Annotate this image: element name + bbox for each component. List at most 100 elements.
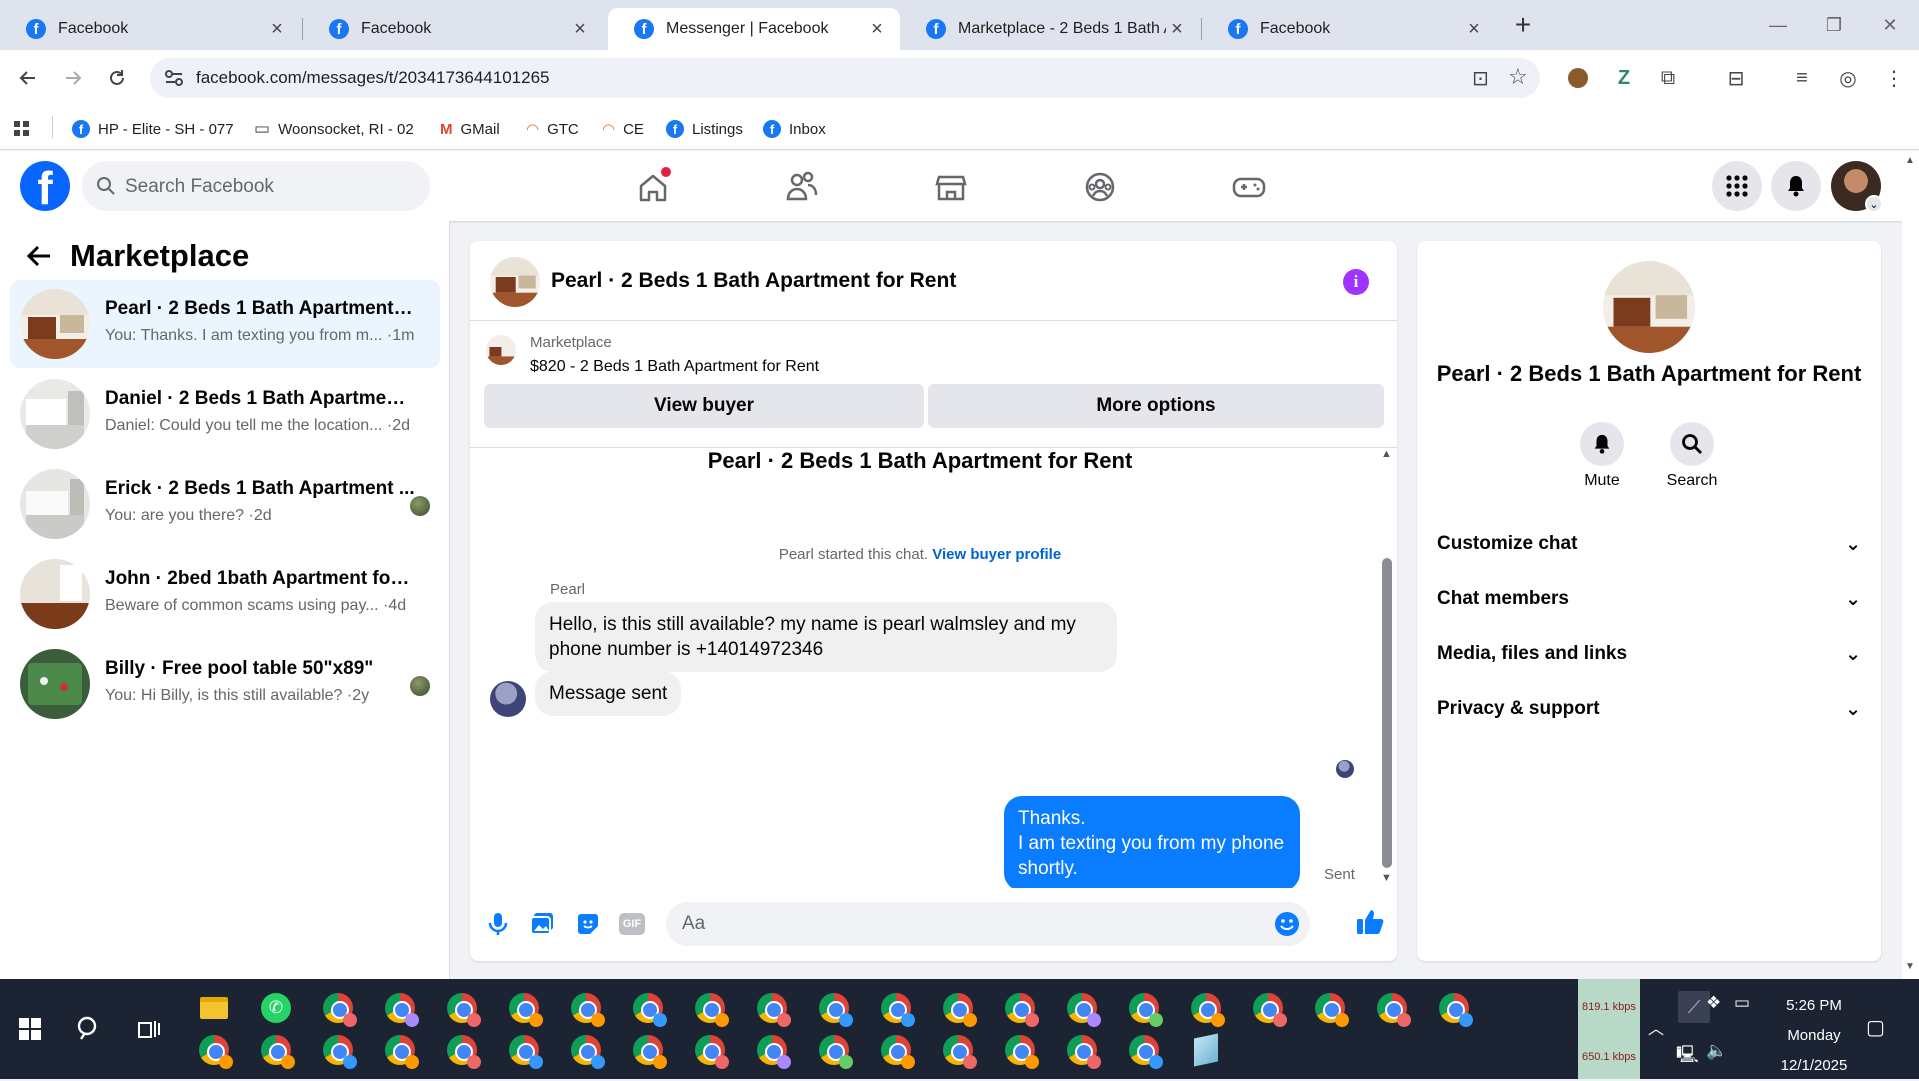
- view-buyer-profile-link[interactable]: View buyer profile: [932, 546, 1061, 563]
- close-window-button[interactable]: ✕: [1862, 8, 1918, 42]
- apps-grid-icon[interactable]: [12, 116, 32, 142]
- task-view-button[interactable]: [123, 1008, 175, 1050]
- notifications-center-icon[interactable]: ▢: [1866, 1015, 1885, 1040]
- close-tab-icon[interactable]: ×: [866, 18, 888, 40]
- dropbox-icon[interactable]: ❖: [1706, 993, 1721, 1013]
- bookmark-hp-elite[interactable]: f HP - Elite - SH - 077: [72, 116, 234, 142]
- outgoing-message[interactable]: Thanks. I am texting you from my phone s…: [1004, 796, 1300, 888]
- bookmark-inbox[interactable]: f Inbox: [763, 116, 826, 142]
- profile-icon[interactable]: ◎: [1834, 64, 1862, 92]
- chrome-window-icon[interactable]: [560, 1029, 612, 1071]
- browser-tab-1[interactable]: f Facebook ×: [0, 8, 300, 50]
- chrome-window-icon[interactable]: [622, 987, 674, 1029]
- whatsapp-icon[interactable]: ✆: [250, 987, 302, 1029]
- marketplace-nav-button[interactable]: [929, 165, 973, 209]
- chrome-window-icon[interactable]: [684, 1029, 736, 1071]
- incoming-message[interactable]: Hello, is this still available? my name …: [535, 602, 1117, 672]
- chrome-window-icon[interactable]: [746, 987, 798, 1029]
- page-scrollbar[interactable]: ▲ ▼: [1902, 151, 1919, 979]
- extensions-puzzle-icon[interactable]: ⧉: [1654, 64, 1682, 92]
- start-button[interactable]: [4, 1008, 56, 1050]
- chrome-window-icon[interactable]: [1366, 987, 1418, 1029]
- chrome-window-icon[interactable]: [312, 987, 364, 1029]
- minimize-window-button[interactable]: —: [1750, 8, 1806, 42]
- chrome-window-icon[interactable]: [932, 987, 984, 1029]
- account-avatar[interactable]: ⌄: [1831, 161, 1883, 213]
- close-tab-icon[interactable]: ×: [569, 18, 591, 40]
- chrome-window-icon[interactable]: [1180, 987, 1232, 1029]
- mute-button[interactable]: Mute: [1562, 422, 1642, 490]
- listing-title[interactable]: $820 - 2 Beds 1 Bath Apartment for Rent: [530, 358, 819, 376]
- chat-header-thumbnail[interactable]: [490, 257, 540, 307]
- incoming-message[interactable]: Message sent: [535, 671, 682, 716]
- attach-photo-button[interactable]: [528, 910, 556, 938]
- bookmark-gtc[interactable]: ◠ GTC: [526, 116, 579, 142]
- chrome-window-icon[interactable]: [994, 987, 1046, 1029]
- back-arrow-icon[interactable]: [26, 244, 52, 268]
- media-control-icon[interactable]: ≡: [1788, 64, 1816, 92]
- chrome-window-icon[interactable]: [374, 987, 426, 1029]
- url-text[interactable]: facebook.com/messages/t/2034173644101265: [196, 68, 549, 88]
- chevron-up-icon[interactable]: ︿: [1648, 1015, 1664, 1039]
- back-button[interactable]: [13, 63, 43, 93]
- more-options-button[interactable]: More options: [928, 384, 1384, 428]
- bookmark-woonsocket[interactable]: ▭ Woonsocket, RI - 02: [254, 116, 414, 142]
- close-tab-icon[interactable]: ×: [1463, 18, 1485, 40]
- battery-icon[interactable]: ▭: [1734, 993, 1750, 1013]
- chrome-window-icon[interactable]: [684, 987, 736, 1029]
- bookmark-star-icon[interactable]: ☆: [1508, 64, 1528, 90]
- conversation-item[interactable]: Daniel · 2 Beds 1 Bath Apartment f... Da…: [10, 370, 440, 458]
- scroll-down-icon[interactable]: ▼: [1381, 872, 1392, 884]
- facebook-logo-icon[interactable]: f: [20, 161, 70, 211]
- browser-tab-5[interactable]: f Facebook ×: [1202, 8, 1497, 50]
- chrome-window-icon[interactable]: [1056, 987, 1108, 1029]
- message-input[interactable]: Aa: [666, 902, 1310, 946]
- chrome-window-icon[interactable]: [560, 987, 612, 1029]
- conversation-item[interactable]: Billy · Free pool table 50"x89" You: Hi …: [10, 640, 440, 728]
- conversation-item[interactable]: Pearl · 2 Beds 1 Bath Apartment fo... Yo…: [10, 280, 440, 368]
- chrome-window-icon[interactable]: [1056, 1029, 1108, 1071]
- chrome-window-icon[interactable]: [808, 1029, 860, 1071]
- address-bar[interactable]: facebook.com/messages/t/2034173644101265…: [150, 58, 1540, 98]
- chrome-window-icon[interactable]: [1242, 987, 1294, 1029]
- system-clock[interactable]: 5:26 PM Monday 12/1/2025: [1752, 991, 1876, 1081]
- chat-members-section[interactable]: Chat members ⌄: [1437, 579, 1861, 619]
- thread-scrollbar[interactable]: ▲ ▼: [1380, 448, 1394, 888]
- gif-button[interactable]: GIF: [618, 910, 646, 938]
- chrome-window-icon[interactable]: [1304, 987, 1356, 1029]
- gaming-nav-button[interactable]: [1227, 165, 1271, 209]
- chrome-window-icon[interactable]: [498, 1029, 550, 1071]
- chrome-window-icon[interactable]: [250, 1029, 302, 1071]
- chrome-window-icon[interactable]: [1118, 1029, 1170, 1071]
- bookmark-ce[interactable]: ◠ CE: [602, 116, 644, 142]
- privacy-support-section[interactable]: Privacy & support ⌄: [1437, 689, 1861, 729]
- chrome-window-icon[interactable]: [622, 1029, 674, 1071]
- chrome-window-icon[interactable]: [436, 987, 488, 1029]
- install-app-icon[interactable]: ⊡: [1472, 66, 1489, 91]
- chrome-window-icon[interactable]: [436, 1029, 488, 1071]
- sender-avatar[interactable]: [490, 681, 526, 717]
- view-buyer-button[interactable]: View buyer: [484, 384, 924, 428]
- conversation-item[interactable]: Erick · 2 Beds 1 Bath Apartment ... You:…: [10, 460, 440, 548]
- info-icon[interactable]: i: [1343, 269, 1369, 295]
- scroll-down-icon[interactable]: ▼: [1905, 961, 1915, 972]
- friends-nav-button[interactable]: [780, 165, 824, 209]
- sticker-button[interactable]: [574, 910, 602, 938]
- scrollbar-thumb[interactable]: [1382, 558, 1392, 868]
- screenshot-tool-icon[interactable]: [1180, 1029, 1232, 1071]
- chrome-window-icon[interactable]: [1428, 987, 1480, 1029]
- chrome-window-icon[interactable]: [188, 1029, 240, 1071]
- tab-search-icon[interactable]: ⊟: [1722, 64, 1750, 92]
- chrome-window-icon[interactable]: [374, 1029, 426, 1071]
- browser-tab-2[interactable]: f Facebook ×: [303, 8, 603, 50]
- browser-menu-icon[interactable]: ⋮: [1880, 64, 1908, 92]
- site-settings-icon[interactable]: [164, 69, 184, 87]
- groups-nav-button[interactable]: [1078, 165, 1122, 209]
- chrome-window-icon[interactable]: [498, 987, 550, 1029]
- facebook-search-input[interactable]: Search Facebook: [82, 161, 430, 211]
- bookmark-listings[interactable]: f Listings: [666, 116, 743, 142]
- close-tab-icon[interactable]: ×: [266, 18, 288, 40]
- bookmark-gmail[interactable]: M GMail: [440, 116, 500, 142]
- chrome-window-icon[interactable]: [994, 1029, 1046, 1071]
- taskbar-search-button[interactable]: [63, 1008, 115, 1050]
